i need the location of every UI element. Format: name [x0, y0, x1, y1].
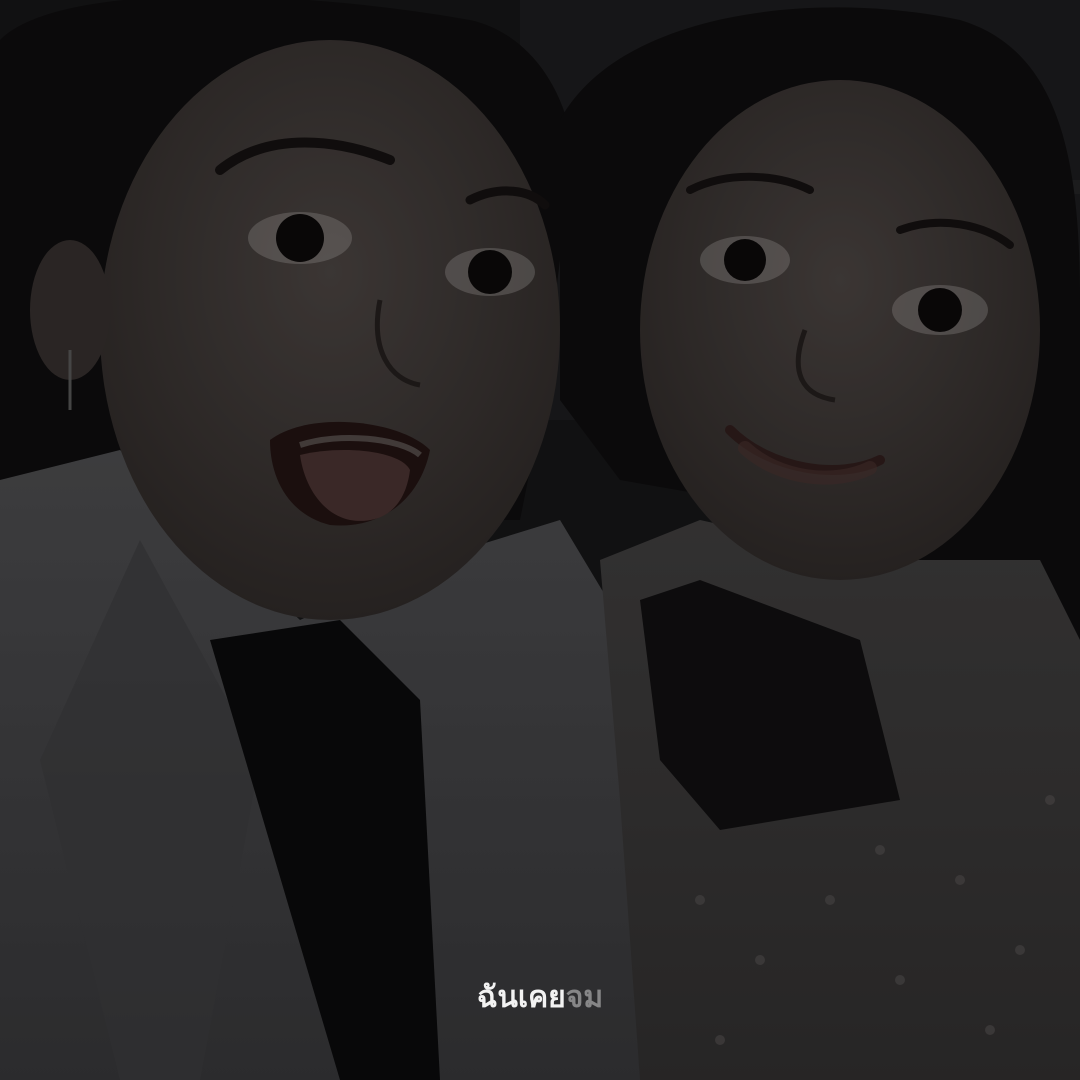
caption-visible-text: ฉันเคย [476, 980, 566, 1015]
story-caption: ฉันเคยจม [0, 974, 1080, 1022]
selfie-photo [0, 0, 1080, 1080]
caption-fading-text: จม [565, 980, 604, 1015]
story-frame[interactable]: ฉันเคยจม [0, 0, 1080, 1080]
